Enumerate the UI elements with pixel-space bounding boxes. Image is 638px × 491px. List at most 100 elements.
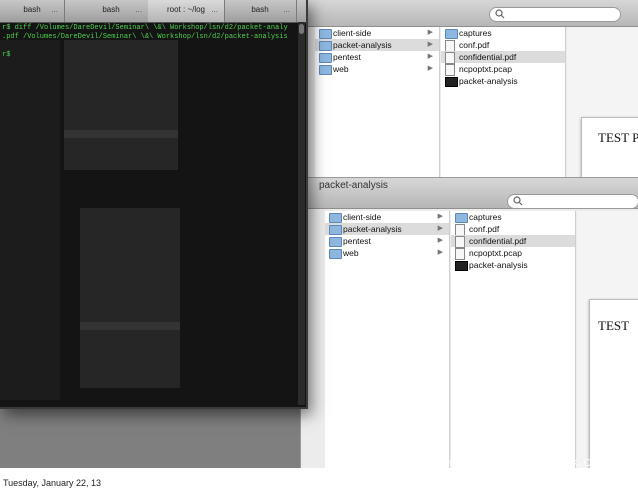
finder-window-bottom: packet-analysis client-side ▶ packet-analy… [300, 177, 638, 468]
terminal-tab[interactable]: bash ... [224, 0, 297, 22]
list-item-label: packet-analysis [333, 40, 392, 50]
list-item[interactable]: conf.pdf [441, 39, 565, 52]
finder-titlebar: packet-analysis [301, 178, 638, 209]
list-item-label: captures [469, 212, 502, 222]
list-item-label: web [333, 64, 349, 74]
finder-toolbar [301, 0, 638, 27]
list-item-label: confidential.pdf [469, 236, 527, 246]
list-item[interactable]: pentest ▶ [325, 235, 449, 247]
list-item[interactable]: confidential.pdf [451, 235, 575, 248]
tab-label: bash [251, 5, 269, 14]
list-item[interactable]: captures [451, 211, 575, 223]
list-item[interactable]: client-side ▶ [315, 27, 439, 39]
list-item-label: conf.pdf [469, 224, 500, 234]
folder-icon [329, 213, 342, 223]
tab-close-icon[interactable]: ... [135, 0, 142, 20]
finder-column-1: client-side ▶ packet-analysis ▶ pentest ▶ web ▶ [325, 211, 450, 468]
terminal-tab[interactable]: bash ... [0, 0, 65, 22]
list-item[interactable]: captures [441, 27, 565, 39]
terminal-window[interactable]: bash ... bash ... root : ~/log ... bash … [0, 0, 308, 409]
folder-icon [319, 41, 332, 51]
list-item[interactable]: web ▶ [325, 247, 449, 259]
slide-caption: Network Packet Analysis - Ahmad Muammar … [362, 458, 613, 468]
chevron-right-icon: ▶ [437, 249, 443, 256]
chevron-right-icon: ▶ [427, 65, 433, 72]
chevron-right-icon: ▶ [427, 41, 433, 48]
tab-label: root : ~/log [166, 5, 206, 14]
list-item-label: ncpoptxt.pcap [469, 248, 522, 258]
list-item[interactable]: ncpoptxt.pcap [441, 63, 565, 76]
tab-close-icon[interactable]: ... [283, 0, 290, 20]
list-item-label: pentest [333, 52, 361, 62]
terminal-tab-bar: bash ... bash ... root : ~/log ... bash … [0, 0, 306, 23]
list-item[interactable]: web ▶ [315, 63, 439, 75]
terminal-prompt: r$ [2, 51, 11, 59]
folder-icon [319, 29, 332, 39]
folder-icon [445, 29, 458, 39]
folder-icon [319, 65, 332, 75]
list-item[interactable]: packet-analysis [441, 75, 565, 87]
preview-text: TEST P [598, 130, 638, 145]
slide-area: client-side ▶ packet-analysis ▶ pentest ▶ web ▶… [0, 0, 638, 468]
search-field[interactable] [507, 194, 638, 209]
folder-icon [329, 249, 342, 259]
tab-close-icon[interactable]: ... [211, 0, 218, 20]
list-item[interactable]: ncpoptxt.pcap [451, 247, 575, 260]
finder-window-top: client-side ▶ packet-analysis ▶ pentest ▶ web ▶… [300, 0, 638, 179]
terminal-line: r$ diff /Volumes/DareDevil/Seminar\ \&\ … [2, 24, 288, 32]
list-item-label: packet-analysis [459, 76, 518, 86]
search-icon [495, 9, 505, 19]
list-item[interactable]: packet-analysis ▶ [325, 223, 449, 235]
terminal-tab-active[interactable]: root : ~/log ... [148, 0, 225, 22]
background-column-ghost [80, 208, 180, 388]
list-item[interactable]: confidential.pdf [441, 51, 565, 64]
background-sidebar-ghost [0, 40, 60, 400]
tab-label: bash [102, 5, 120, 14]
terminal-line: .pdf /Volumes/DareDevil/Seminar\ \&\ Wor… [2, 33, 288, 41]
exec-icon [455, 261, 468, 271]
folder-icon [319, 53, 332, 63]
tab-close-icon[interactable]: ... [51, 0, 58, 20]
list-item-label: web [343, 248, 359, 258]
list-item[interactable]: pentest ▶ [315, 51, 439, 63]
list-item[interactable]: client-side ▶ [325, 211, 449, 223]
finder-preview-column: TEST [577, 211, 638, 468]
chevron-right-icon: ▶ [427, 53, 433, 60]
background-column-ghost [64, 40, 178, 170]
search-icon [513, 196, 523, 206]
list-item-label: pentest [343, 236, 371, 246]
list-item-label: packet-analysis [469, 260, 528, 270]
list-item-label: client-side [343, 212, 382, 222]
background-highlight-ghost [80, 322, 180, 330]
pdf-preview: TEST [589, 299, 638, 468]
terminal-scrollbar[interactable] [298, 22, 305, 405]
finder-column-1: client-side ▶ packet-analysis ▶ pentest ▶ web ▶ [315, 27, 440, 178]
exec-icon [445, 77, 458, 87]
window-title: packet-analysis [319, 180, 388, 191]
preview-text: TEST [598, 318, 630, 333]
finder-column-2: captures conf.pdf confidential.pdf ncpoptxt… [441, 27, 566, 178]
chevron-right-icon: ▶ [427, 29, 433, 36]
list-item-label: captures [459, 28, 492, 38]
list-item-label: client-side [333, 28, 372, 38]
terminal-tab[interactable]: bash ... [74, 0, 149, 22]
slide-date: Tuesday, January 22, 13 [3, 478, 102, 488]
search-field[interactable] [489, 7, 621, 22]
list-item-label: conf.pdf [459, 40, 490, 50]
tab-label: bash [23, 5, 41, 14]
list-item-label: ncpoptxt.pcap [459, 64, 512, 74]
chevron-right-icon: ▶ [437, 237, 443, 244]
finder-preview-column: TEST P [567, 27, 638, 178]
folder-icon [329, 225, 342, 235]
chevron-right-icon: ▶ [437, 213, 443, 220]
list-item[interactable]: conf.pdf [451, 223, 575, 236]
list-item-label: confidential.pdf [459, 52, 517, 62]
list-item-label: packet-analysis [343, 224, 402, 234]
finder-column-2: captures conf.pdf confidential.pdf ncpoptxt… [451, 211, 576, 468]
folder-icon [455, 213, 468, 223]
chevron-right-icon: ▶ [437, 225, 443, 232]
scrollbar-thumb[interactable] [299, 24, 304, 34]
pdf-preview: TEST P [581, 117, 638, 178]
list-item[interactable]: packet-analysis ▶ [315, 39, 439, 51]
list-item[interactable]: packet-analysis [451, 259, 575, 271]
